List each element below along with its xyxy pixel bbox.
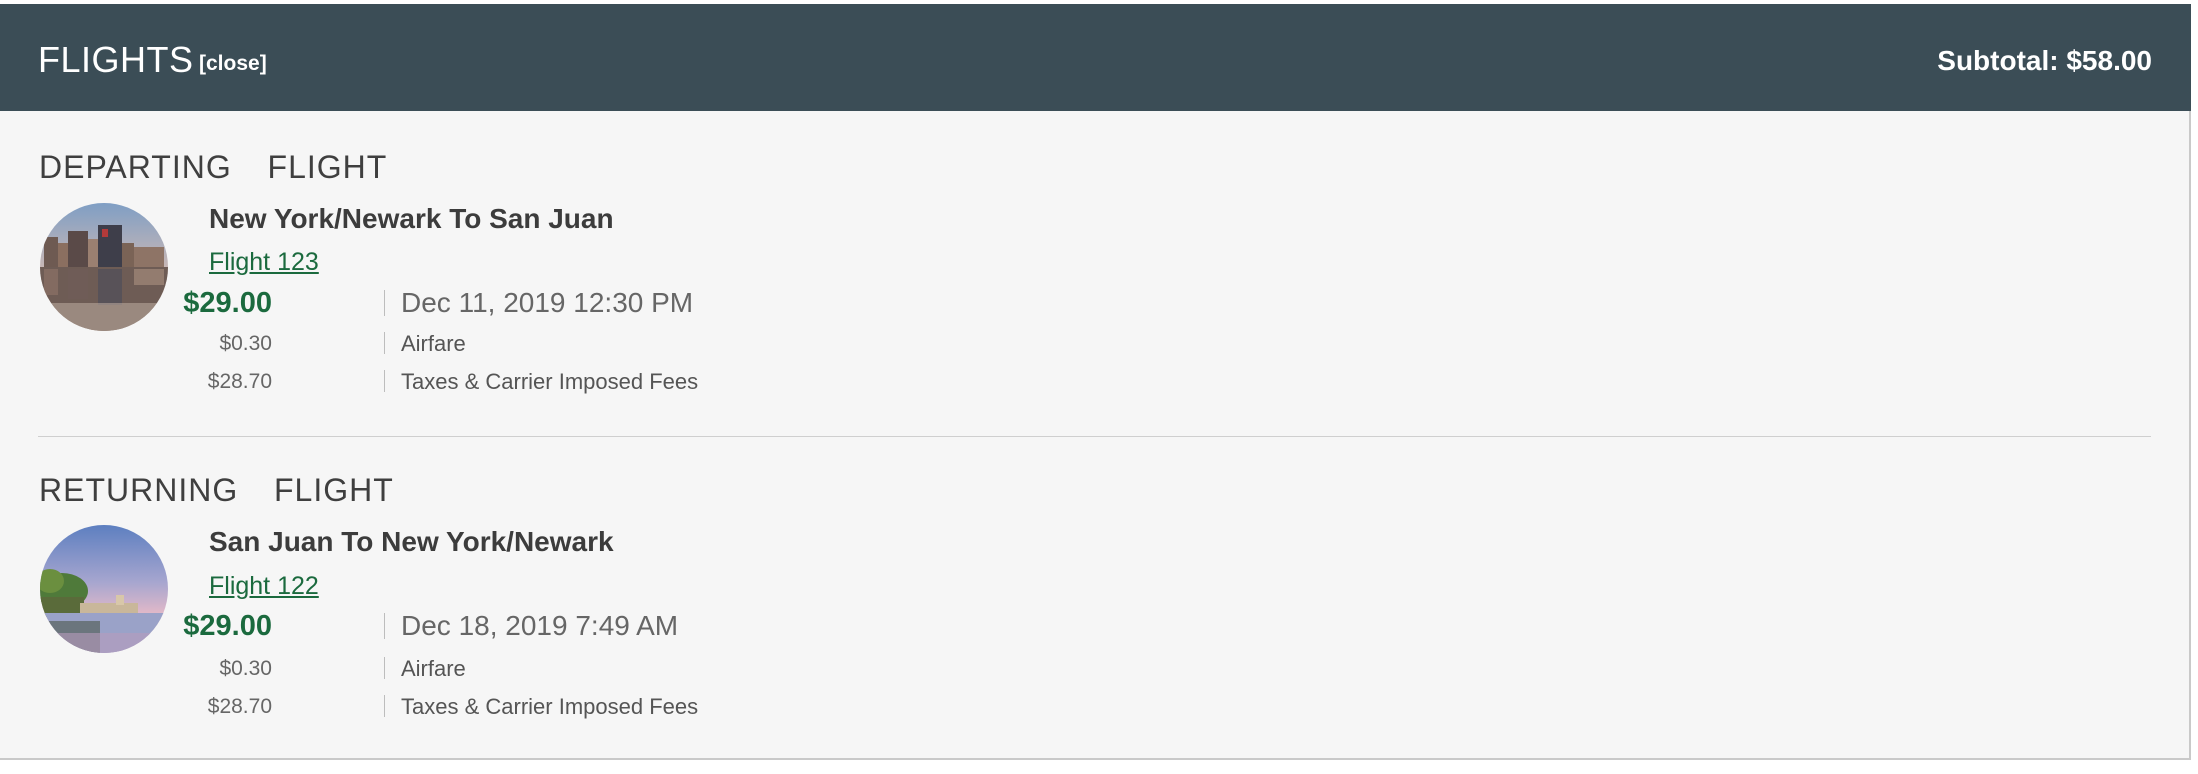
flight-number-link[interactable]: Flight 123	[209, 247, 319, 277]
price-breakdown-row: $28.70 Taxes & Carrier Imposed Fees	[158, 690, 1058, 724]
breakdown-amount: $28.70	[207, 370, 272, 393]
breakdown-label: Taxes & Carrier Imposed Fees	[401, 694, 699, 719]
flight-route: San Juan To New York/Newark	[209, 526, 614, 557]
subtotal-label: Subtotal: $58.00	[1937, 45, 2152, 76]
flight-price: $29.00	[183, 610, 272, 642]
flights-panel: FLIGHTS [close] Subtotal: $58.00 DEPARTI…	[0, 4, 2191, 760]
flight-total-row: $29.00 Dec 11, 2019 12:30 PM	[158, 286, 1058, 320]
breakdown-label: Taxes & Carrier Imposed Fees	[401, 369, 699, 394]
flight-number-link[interactable]: Flight 122	[209, 571, 319, 601]
flight-route: New York/Newark To San Juan	[209, 203, 614, 234]
flight-total-row: $29.00 Dec 18, 2019 7:49 AM	[158, 609, 1058, 643]
returning-flight-section: RETURNING FLIGHT San Juan To New York/Ne…	[38, 437, 2151, 760]
destination-image	[40, 525, 168, 653]
coastal-fort-photo-icon	[40, 525, 168, 653]
breakdown-amount: $28.70	[207, 695, 272, 718]
flight-datetime: Dec 11, 2019 12:30 PM	[401, 287, 694, 318]
separator	[384, 370, 385, 392]
city-skyline-photo-icon	[40, 203, 168, 331]
flights-header: FLIGHTS [close] Subtotal: $58.00	[0, 4, 2191, 111]
price-breakdown-row: $0.30 Airfare	[158, 327, 1058, 361]
separator	[384, 332, 385, 354]
separator	[384, 657, 385, 679]
flight-price: $29.00	[183, 287, 272, 319]
destination-image	[40, 203, 168, 331]
price-breakdown-row: $0.30 Airfare	[158, 652, 1058, 686]
separator	[384, 290, 385, 316]
section-title: RETURNING FLIGHT	[39, 472, 394, 508]
panel-title: FLIGHTS	[38, 39, 194, 80]
section-title: DEPARTING FLIGHT	[39, 149, 388, 185]
breakdown-amount: $0.30	[219, 657, 272, 680]
price-breakdown-row: $28.70 Taxes & Carrier Imposed Fees	[158, 365, 1058, 399]
separator	[384, 613, 385, 639]
breakdown-amount: $0.30	[219, 332, 272, 355]
departing-flight-section: DEPARTING FLIGHT New York/Newark To San …	[38, 111, 2151, 437]
close-link[interactable]: [close]	[199, 50, 267, 78]
separator	[384, 695, 385, 717]
breakdown-label: Airfare	[401, 331, 466, 356]
breakdown-label: Airfare	[401, 656, 466, 681]
flight-datetime: Dec 18, 2019 7:49 AM	[401, 610, 679, 641]
